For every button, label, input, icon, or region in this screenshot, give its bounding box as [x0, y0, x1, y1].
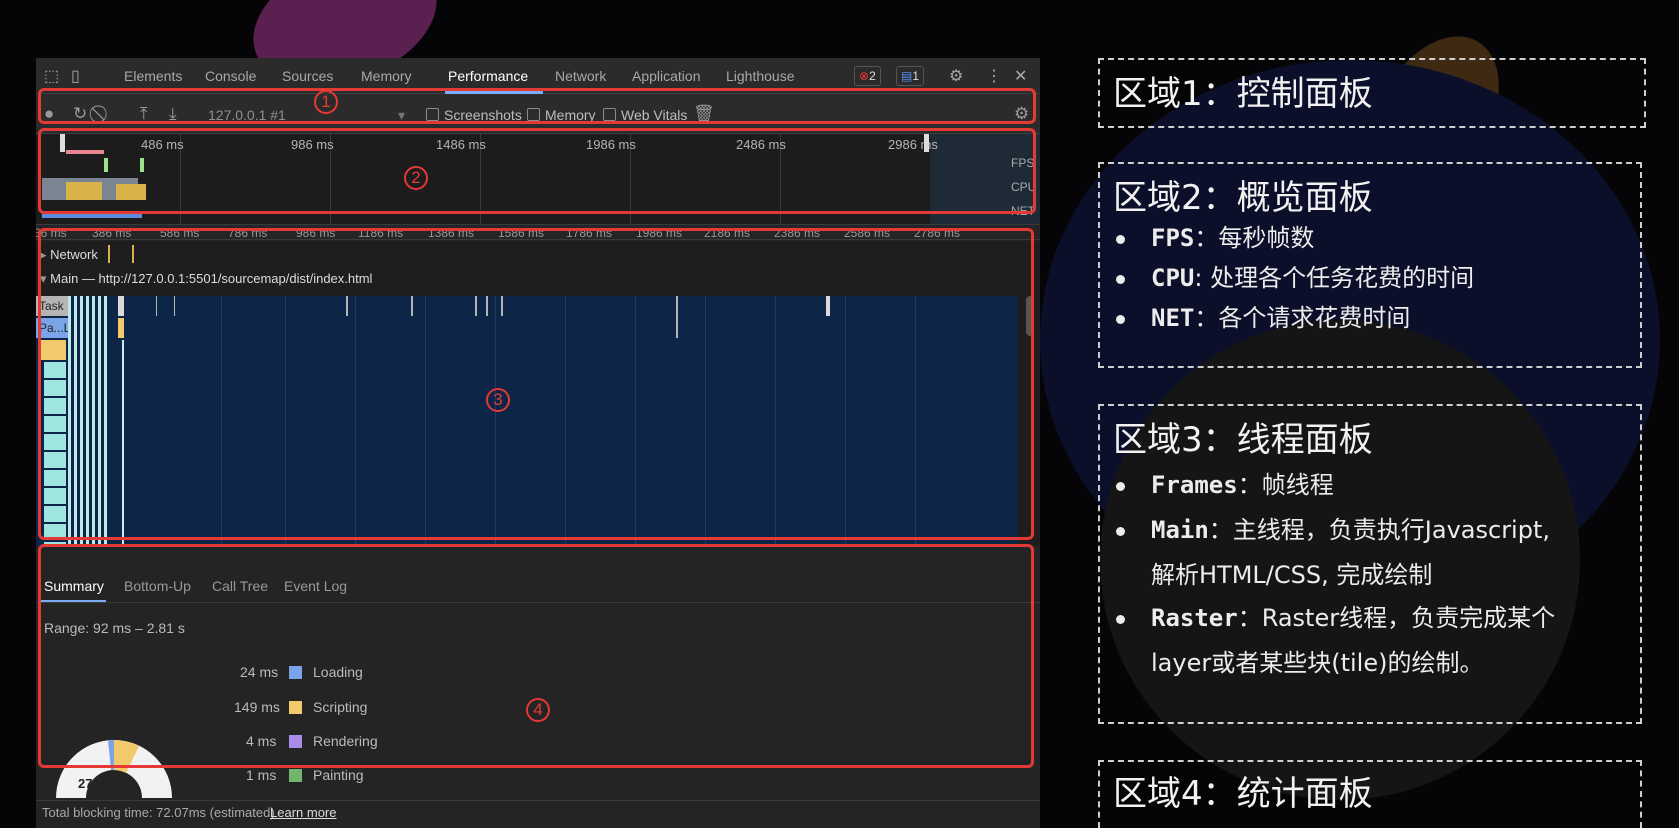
- region-1-highlight: [38, 88, 1036, 124]
- tab-performance[interactable]: Performance: [448, 68, 528, 84]
- error-icon: ⊗: [859, 69, 870, 83]
- cpu-text: : 处理各个任务花费的时间: [1194, 264, 1475, 292]
- tab-lighthouse[interactable]: Lighthouse: [726, 68, 795, 84]
- main-key: Main: [1151, 516, 1209, 544]
- main-text: ：主线程，负责执行Javascript,: [1208, 516, 1550, 544]
- tab-network[interactable]: Network: [555, 68, 606, 84]
- stats-panel-title: 区域4：统计面板: [1113, 774, 1373, 814]
- region-4-label: 4: [526, 698, 550, 722]
- bullet-dot: [1116, 274, 1125, 284]
- settings-gear-icon[interactable]: ⚙: [949, 66, 963, 86]
- learn-more-link[interactable]: Learn more: [270, 805, 336, 820]
- raster-bullet: Raster：Raster线程，负责完成某个: [1116, 598, 1555, 633]
- message-badge[interactable]: ▤1: [896, 66, 925, 86]
- slide: ⬚ ▯ Elements Console Sources Memory Perf…: [0, 0, 1679, 828]
- raster-bullet-continuation: layer或者某些块(tile)的绘制。: [1151, 649, 1484, 677]
- tab-application[interactable]: Application: [632, 68, 701, 84]
- frames-bullet: Frames：帧线程: [1116, 465, 1334, 500]
- tab-console[interactable]: Console: [205, 68, 256, 84]
- region-4-highlight: [38, 544, 1034, 768]
- tab-elements[interactable]: Elements: [124, 68, 182, 84]
- fps-key: FPS: [1151, 224, 1195, 252]
- region-2-highlight: [38, 128, 1036, 214]
- bullet-dot: [1116, 526, 1125, 536]
- painting-label: Painting: [313, 767, 364, 783]
- bullet-dot: [1116, 234, 1125, 244]
- main-bullet: Main：主线程，负责执行Javascript,: [1116, 510, 1550, 545]
- region-3-highlight: [38, 228, 1034, 540]
- error-count: 2: [869, 69, 876, 83]
- bullet-dot: [1116, 314, 1125, 324]
- region-3-label: 3: [486, 388, 510, 412]
- details-footer: Total blocking time: 72.07ms (estimated)…: [36, 800, 1040, 828]
- painting-swatch: [289, 769, 302, 782]
- blocking-time-text: Total blocking time: 72.07ms (estimated): [42, 805, 275, 820]
- message-count: 1: [912, 69, 920, 83]
- message-icon: ▤: [901, 69, 913, 83]
- region-1-label: 1: [314, 90, 338, 114]
- bullet-dot: [1116, 614, 1125, 624]
- raster-key: Raster: [1151, 604, 1238, 632]
- more-menu-icon[interactable]: ⋮: [986, 66, 1002, 86]
- devtools-window: ⬚ ▯ Elements Console Sources Memory Perf…: [36, 58, 1040, 828]
- cpu-key: CPU: [1151, 264, 1195, 292]
- device-toolbar-icon[interactable]: ▯: [71, 66, 80, 86]
- inspect-element-icon[interactable]: ⬚: [44, 66, 59, 86]
- total-time: 2714 ms: [78, 776, 130, 791]
- region-2-label: 2: [404, 166, 428, 190]
- tab-sources[interactable]: Sources: [282, 68, 333, 84]
- cpu-bullet: CPU: 处理各个任务花费的时间: [1116, 258, 1474, 293]
- net-key: NET: [1151, 304, 1195, 332]
- bullet-dot: [1116, 481, 1125, 491]
- error-badge[interactable]: ⊗2: [854, 66, 881, 86]
- frames-key: Frames: [1151, 471, 1238, 499]
- close-icon[interactable]: ✕: [1014, 66, 1027, 86]
- net-bullet: NET：各个请求花费时间: [1116, 298, 1410, 333]
- main-bullet-continuation: 解析HTML/CSS, 完成绘制: [1151, 561, 1433, 589]
- fps-text: ：每秒帧数: [1194, 224, 1315, 252]
- fps-bullet: FPS：每秒帧数: [1116, 218, 1314, 253]
- overview-panel-title: 区域2：概览面板: [1113, 178, 1373, 218]
- frames-text: ：帧线程: [1237, 471, 1334, 499]
- net-text: ：各个请求花费时间: [1194, 304, 1411, 332]
- tab-memory[interactable]: Memory: [361, 68, 412, 84]
- threads-panel-title: 区域3：线程面板: [1113, 420, 1373, 460]
- control-panel-title: 区域1：控制面板: [1113, 74, 1373, 114]
- raster-text: ：Raster线程，负责完成某个: [1237, 604, 1556, 632]
- painting-value: 1 ms: [246, 767, 277, 783]
